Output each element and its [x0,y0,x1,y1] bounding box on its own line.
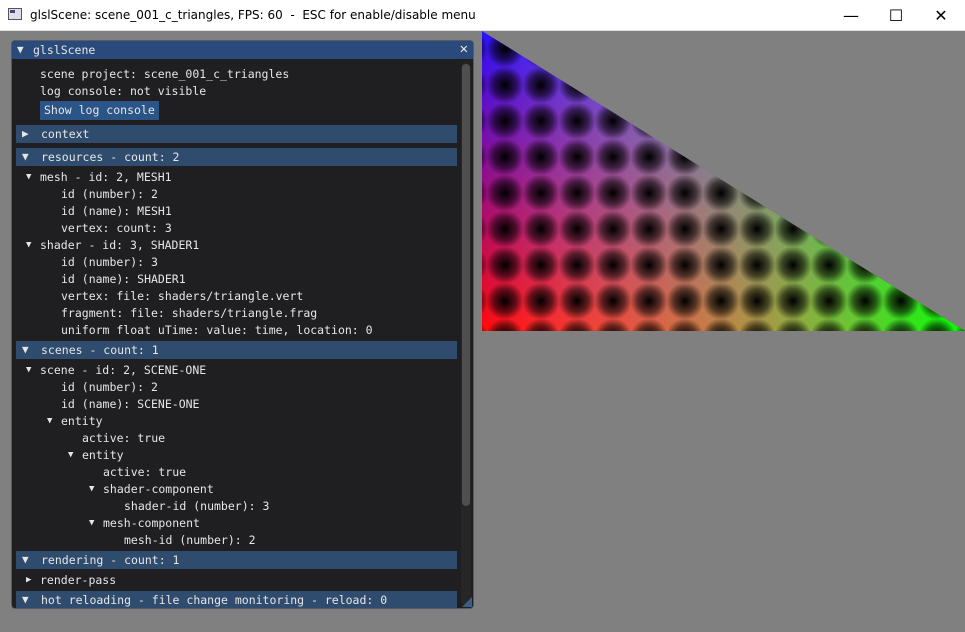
shader-id-number: id (number): 3 [61,255,158,269]
tree-closed-arrow-icon[interactable]: ▶ [26,573,31,588]
show-log-console-button[interactable]: Show log console [40,101,159,120]
rendered-triangle [482,31,965,331]
tree-node-scene[interactable]: scene - id: 2, SCENE-ONE [40,363,206,378]
tree-node-shader[interactable]: shader - id: 3, SHADER1 [40,238,199,253]
entity-child-active: active: true [103,465,187,479]
panel-scrollbar-thumb[interactable] [462,64,470,506]
window-title: glslScene: scene_001_c_triangles, FPS: 6… [30,8,476,22]
mesh-id-name: id (name): MESH1 [61,204,172,218]
resize-grip-icon[interactable] [462,597,472,607]
expanded-arrow-icon: ▼ [22,343,29,356]
header-rendering[interactable]: ▼ rendering - count: 1 [16,551,457,569]
tree-node-shader-component[interactable]: shader-component [103,482,214,497]
header-resources-label: resources - count: 2 [41,150,180,164]
tree-node-mesh-component[interactable]: mesh-component [103,516,200,531]
scene-id-name: id (name): SCENE-ONE [61,397,200,411]
tree-open-arrow-icon[interactable]: ▼ [89,516,94,531]
shader-component-id: shader-id (number): 3 [124,499,270,513]
shader-fragment-file: fragment: file: shaders/triangle.frag [61,306,318,320]
header-hot-reloading[interactable]: ▼ hot reloading - file change monitoring… [16,591,457,608]
panel-titlebar[interactable]: ▼ glslScene ✕ [12,41,473,59]
tree-open-arrow-icon[interactable]: ▼ [68,448,73,463]
tree-open-arrow-icon[interactable]: ▼ [26,238,31,253]
mesh-id-number: id (number): 2 [61,187,158,201]
tree-node-render-pass[interactable]: render-pass [40,573,116,588]
collapsed-arrow-icon: ▶ [22,127,29,140]
close-window-button[interactable]: ✕ [918,0,964,30]
header-context-label: context [41,127,90,141]
panel-close-icon[interactable]: ✕ [460,41,468,57]
header-hot-reloading-label: hot reloading - file change monitoring -… [41,593,388,607]
header-context[interactable]: ▶ context [16,125,457,143]
expanded-arrow-icon: ▼ [22,553,29,566]
maximize-button[interactable]: ☐ [873,0,919,30]
expanded-arrow-icon: ▼ [22,150,29,163]
app-icon [8,8,22,20]
tree-node-entity-child[interactable]: entity [82,448,124,463]
expanded-arrow-icon: ▼ [22,593,29,606]
glslscene-panel[interactable]: ▼ glslScene ✕ scene project: scene_001_c… [11,40,474,609]
header-scenes[interactable]: ▼ scenes - count: 1 [16,341,457,359]
shader-uniform: uniform float uTime: value: time, locati… [61,323,373,337]
window-titlebar: glslScene: scene_001_c_triangles, FPS: 6… [0,0,965,31]
header-resources[interactable]: ▼ resources - count: 2 [16,148,457,166]
panel-collapse-arrow-icon[interactable]: ▼ [17,43,24,56]
panel-title: glslScene [33,43,96,57]
shader-vertex-file: vertex: file: shaders/triangle.vert [61,289,304,303]
log-console-text: log console: not visible [40,84,207,98]
minimize-button[interactable]: — [828,0,874,30]
scene-project-text: scene project: scene_001_c_triangles [40,67,290,81]
tree-node-entity[interactable]: entity [61,414,103,429]
tree-open-arrow-icon[interactable]: ▼ [26,170,31,185]
panel-scrollbar[interactable] [461,62,471,605]
mesh-component-id: mesh-id (number): 2 [124,533,256,547]
mesh-vertex-count: vertex: count: 3 [61,221,172,235]
entity-active: active: true [82,431,166,445]
header-scenes-label: scenes - count: 1 [41,343,159,357]
header-rendering-label: rendering - count: 1 [41,553,180,567]
scene-id-number: id (number): 2 [61,380,158,394]
tree-open-arrow-icon[interactable]: ▼ [26,363,31,378]
tree-node-mesh[interactable]: mesh - id: 2, MESH1 [40,170,172,185]
shader-id-name: id (name): SHADER1 [61,272,186,286]
tree-open-arrow-icon[interactable]: ▼ [89,482,94,497]
tree-open-arrow-icon[interactable]: ▼ [47,414,52,429]
